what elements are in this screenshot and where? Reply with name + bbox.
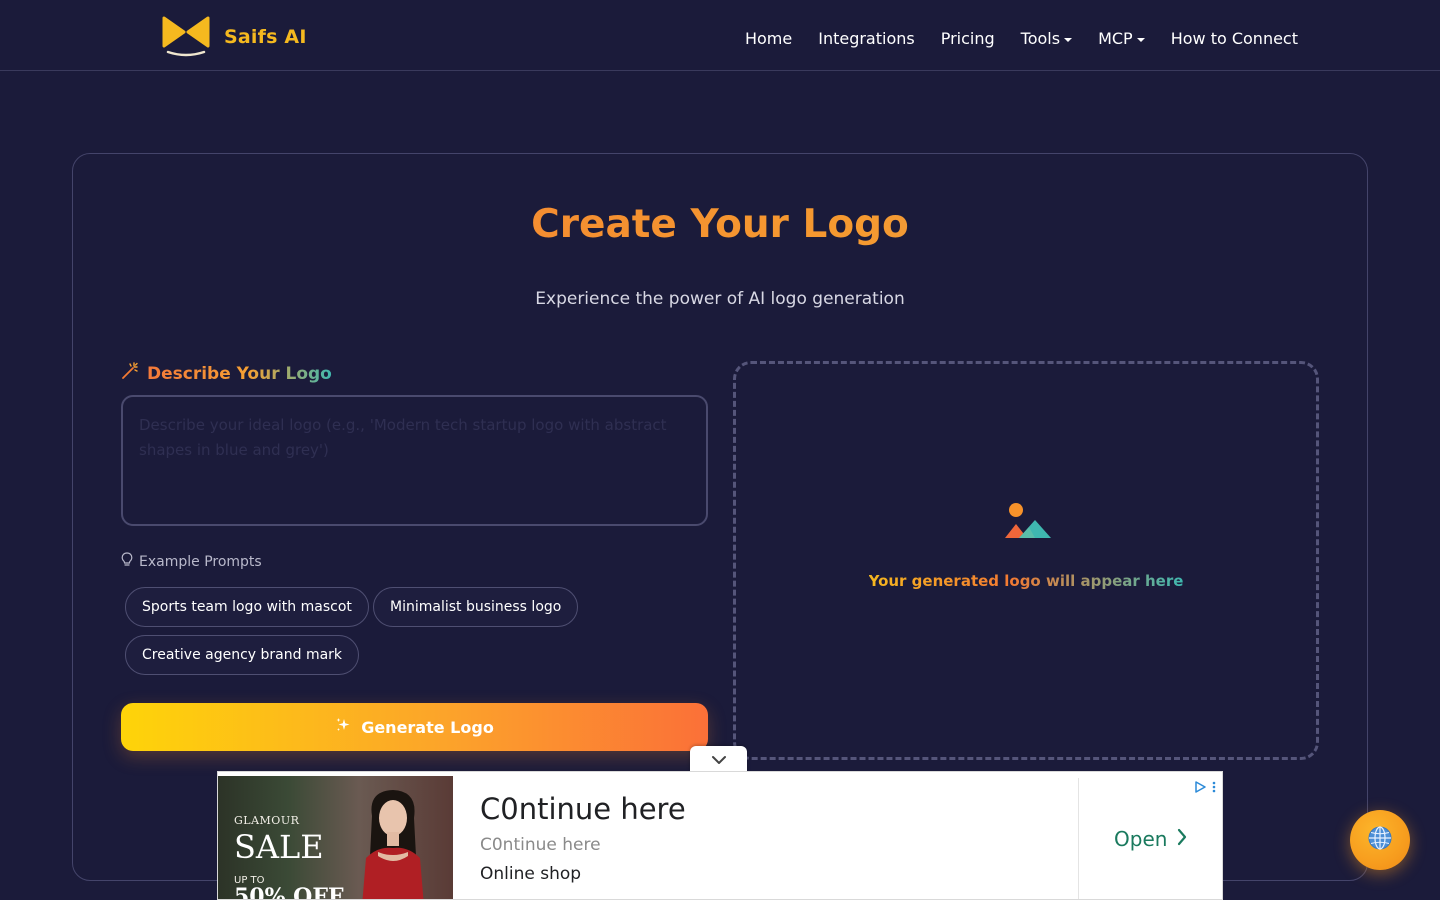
more-vertical-icon[interactable] <box>1212 778 1216 797</box>
generate-logo-button[interactable]: Generate Logo <box>121 703 708 751</box>
example-chip-creative[interactable]: Creative agency brand mark <box>125 635 360 675</box>
preview-placeholder-text: Your generated logo will appear here <box>733 572 1319 590</box>
ad-divider <box>1078 778 1079 899</box>
logo-preview-area <box>733 361 1319 760</box>
describe-label: Describe Your Logo <box>121 362 332 385</box>
nav-label: Integrations <box>818 29 915 48</box>
ad-banner[interactable]: GLAMOUR SALE UP TO 50% OFF C0ntinue here… <box>217 771 1223 900</box>
nav-label: MCP <box>1098 29 1133 48</box>
nav-label: Home <box>744 29 793 48</box>
example-chip-sports[interactable]: Sports team logo with mascot <box>125 587 369 627</box>
image-placeholder-icon <box>1003 500 1053 540</box>
ad-open-button[interactable]: Open <box>1114 827 1187 851</box>
ad-image-discount: 50% OFF <box>234 884 344 900</box>
nav-label: How to Connect <box>1170 29 1298 48</box>
lightbulb-icon <box>121 552 133 571</box>
ad-choices-icon[interactable] <box>1194 778 1206 797</box>
logo-prompt-input[interactable] <box>121 395 708 526</box>
examples-label: Example Prompts <box>121 552 262 571</box>
example-chip-minimalist[interactable]: Minimalist business logo <box>373 587 579 627</box>
ad-image-sale: SALE <box>234 828 324 866</box>
chevron-down-icon <box>711 750 727 769</box>
nav-label: Tools <box>1020 29 1061 48</box>
chevron-right-icon <box>1177 827 1187 851</box>
nav-label: Pricing <box>940 29 995 48</box>
brand-logo-icon <box>162 16 210 58</box>
nav-how-to-connect[interactable]: How to Connect <box>1171 29 1298 48</box>
ad-headline[interactable]: C0ntinue here <box>480 792 686 826</box>
ad-image-brand: GLAMOUR <box>234 814 300 827</box>
globe-icon <box>1366 824 1394 856</box>
caret-down-icon <box>1064 37 1073 42</box>
ad-open-label: Open <box>1114 827 1168 851</box>
examples-label-text: Example Prompts <box>139 553 262 570</box>
site-header: Saifs AI Home Integrations Pricing Tools… <box>0 0 1440 71</box>
caret-down-icon <box>1136 37 1145 42</box>
nav-tools[interactable]: Tools <box>1020 29 1073 48</box>
page-subtitle: Experience the power of AI logo generati… <box>535 289 905 309</box>
ad-model-image <box>362 790 424 899</box>
ad-description: C0ntinue here <box>480 835 601 855</box>
ad-source: Online shop <box>480 864 582 884</box>
language-globe-button[interactable] <box>1350 810 1410 870</box>
magic-wand-icon <box>121 362 139 385</box>
nav-integrations[interactable]: Integrations <box>818 29 915 48</box>
nav-pricing[interactable]: Pricing <box>941 29 995 48</box>
brand[interactable]: Saifs AI <box>162 16 307 58</box>
brand-name: Saifs AI <box>224 26 307 48</box>
nav-mcp[interactable]: MCP <box>1098 29 1145 48</box>
preview-placeholder-label: Your generated logo will appear here <box>868 572 1184 590</box>
ad-image[interactable]: GLAMOUR SALE UP TO 50% OFF <box>218 776 453 900</box>
page-title: Create Your Logo <box>0 202 1440 247</box>
nav-home[interactable]: Home <box>745 29 792 48</box>
sparkles-icon <box>335 717 351 737</box>
describe-label-text: Describe Your Logo <box>147 363 332 384</box>
ad-collapse-toggle[interactable] <box>690 746 747 773</box>
ad-choices[interactable] <box>1194 778 1216 797</box>
generate-logo-label: Generate Logo <box>361 717 494 737</box>
main-nav: Home Integrations Pricing Tools MCP How … <box>745 29 1298 48</box>
